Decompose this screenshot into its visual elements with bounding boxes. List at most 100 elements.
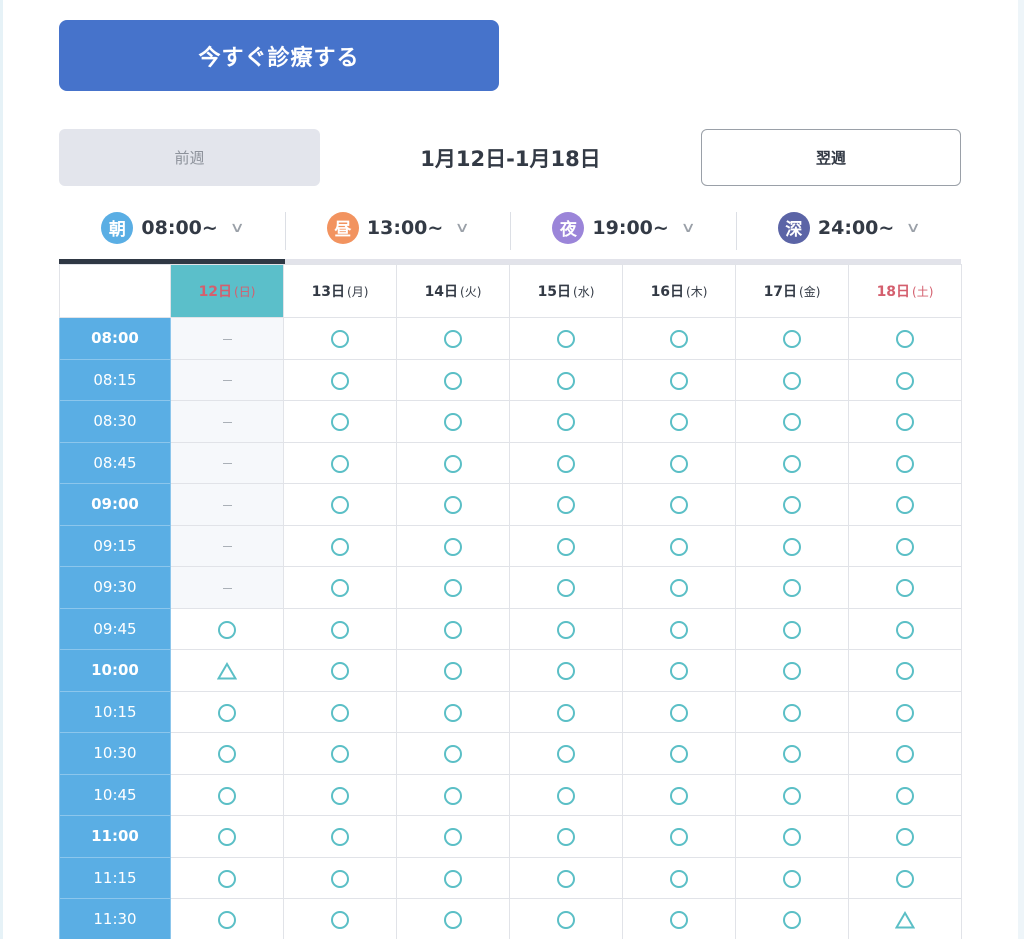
slot-cell-available[interactable] [848, 566, 962, 609]
slot-cell-few[interactable] [848, 898, 962, 939]
slot-cell-available[interactable] [396, 441, 510, 484]
slot-cell-available[interactable] [509, 358, 623, 401]
slot-cell-available[interactable] [509, 441, 623, 484]
slot-cell-available[interactable] [622, 524, 736, 567]
slot-cell-available[interactable] [396, 317, 510, 360]
slot-cell-available[interactable] [509, 815, 623, 858]
slot-cell-available[interactable] [283, 566, 397, 609]
slot-cell-available[interactable] [848, 607, 962, 650]
slot-cell-available[interactable] [622, 732, 736, 775]
slot-cell-available[interactable] [509, 856, 623, 899]
slot-cell-available[interactable] [735, 649, 849, 692]
slot-cell-available[interactable] [735, 898, 849, 939]
slot-cell-available[interactable] [283, 607, 397, 650]
slot-cell-available[interactable] [396, 649, 510, 692]
slot-cell-available[interactable] [622, 607, 736, 650]
slot-cell-available[interactable] [735, 400, 849, 443]
slot-cell-available[interactable] [509, 898, 623, 939]
slot-cell-available[interactable] [848, 690, 962, 733]
slot-cell-available[interactable] [848, 773, 962, 816]
slot-cell-available[interactable] [735, 732, 849, 775]
slot-cell-available[interactable] [735, 358, 849, 401]
slot-cell-available[interactable] [170, 732, 284, 775]
tab-time-slot-4[interactable]: 深 24:00~ ∨ [735, 211, 961, 264]
slot-cell-available[interactable] [735, 483, 849, 526]
slot-cell-available[interactable] [283, 856, 397, 899]
slot-cell-available[interactable] [622, 898, 736, 939]
slot-cell-available[interactable] [509, 690, 623, 733]
slot-cell-available[interactable] [509, 317, 623, 360]
slot-cell-available[interactable] [622, 317, 736, 360]
slot-cell-available[interactable] [170, 690, 284, 733]
slot-cell-available[interactable] [283, 773, 397, 816]
slot-cell-available[interactable] [622, 815, 736, 858]
slot-cell-available[interactable] [396, 773, 510, 816]
slot-cell-available[interactable] [848, 732, 962, 775]
slot-cell-available[interactable] [848, 524, 962, 567]
slot-cell-available[interactable] [622, 773, 736, 816]
slot-cell-available[interactable] [283, 358, 397, 401]
slot-cell-available[interactable] [509, 773, 623, 816]
slot-cell-available[interactable] [848, 483, 962, 526]
slot-cell-available[interactable] [735, 815, 849, 858]
slot-cell-available[interactable] [848, 400, 962, 443]
slot-cell-available[interactable] [622, 856, 736, 899]
slot-cell-available[interactable] [283, 400, 397, 443]
slot-cell-available[interactable] [396, 732, 510, 775]
slot-cell-available[interactable] [396, 607, 510, 650]
slot-cell-available[interactable] [396, 690, 510, 733]
slot-cell-available[interactable] [735, 524, 849, 567]
slot-cell-available[interactable] [848, 649, 962, 692]
slot-cell-available[interactable] [509, 483, 623, 526]
slot-cell-available[interactable] [283, 898, 397, 939]
slot-cell-available[interactable] [283, 317, 397, 360]
slot-cell-available[interactable] [622, 358, 736, 401]
slot-cell-available[interactable] [283, 483, 397, 526]
slot-cell-available[interactable] [509, 649, 623, 692]
slot-cell-available[interactable] [735, 773, 849, 816]
tab-time-slot-1[interactable]: 朝 08:00~ ∨ [59, 211, 285, 264]
slot-cell-available[interactable] [735, 317, 849, 360]
slot-cell-available[interactable] [622, 566, 736, 609]
slot-cell-available[interactable] [735, 441, 849, 484]
slot-cell-available[interactable] [735, 690, 849, 733]
slot-cell-available[interactable] [283, 524, 397, 567]
slot-cell-available[interactable] [396, 400, 510, 443]
slot-cell-available[interactable] [622, 400, 736, 443]
slot-cell-available[interactable] [509, 400, 623, 443]
slot-cell-available[interactable] [509, 524, 623, 567]
slot-cell-available[interactable] [622, 483, 736, 526]
slot-cell-available[interactable] [396, 524, 510, 567]
slot-cell-available[interactable] [848, 317, 962, 360]
slot-cell-available[interactable] [283, 649, 397, 692]
prev-week-button[interactable]: 前週 [59, 129, 320, 186]
slot-cell-available[interactable] [283, 441, 397, 484]
slot-cell-available[interactable] [396, 566, 510, 609]
slot-cell-available[interactable] [848, 856, 962, 899]
slot-cell-available[interactable] [509, 566, 623, 609]
tab-time-slot-3[interactable]: 夜 19:00~ ∨ [510, 211, 736, 264]
slot-cell-few[interactable] [170, 649, 284, 692]
slot-cell-available[interactable] [735, 607, 849, 650]
slot-cell-available[interactable] [735, 566, 849, 609]
slot-cell-available[interactable] [396, 898, 510, 939]
slot-cell-available[interactable] [509, 732, 623, 775]
slot-cell-available[interactable] [622, 690, 736, 733]
tab-time-slot-2[interactable]: 昼 13:00~ ∨ [284, 211, 510, 264]
slot-cell-available[interactable] [622, 441, 736, 484]
slot-cell-available[interactable] [848, 358, 962, 401]
slot-cell-available[interactable] [848, 815, 962, 858]
slot-cell-available[interactable] [170, 607, 284, 650]
slot-cell-available[interactable] [170, 815, 284, 858]
slot-cell-available[interactable] [170, 898, 284, 939]
slot-cell-available[interactable] [622, 649, 736, 692]
slot-cell-available[interactable] [848, 441, 962, 484]
slot-cell-available[interactable] [396, 856, 510, 899]
slot-cell-available[interactable] [735, 856, 849, 899]
consult-now-button[interactable]: 今すぐ診療する [59, 20, 499, 91]
slot-cell-available[interactable] [396, 483, 510, 526]
slot-cell-available[interactable] [396, 358, 510, 401]
slot-cell-available[interactable] [509, 607, 623, 650]
slot-cell-available[interactable] [283, 732, 397, 775]
slot-cell-available[interactable] [170, 856, 284, 899]
